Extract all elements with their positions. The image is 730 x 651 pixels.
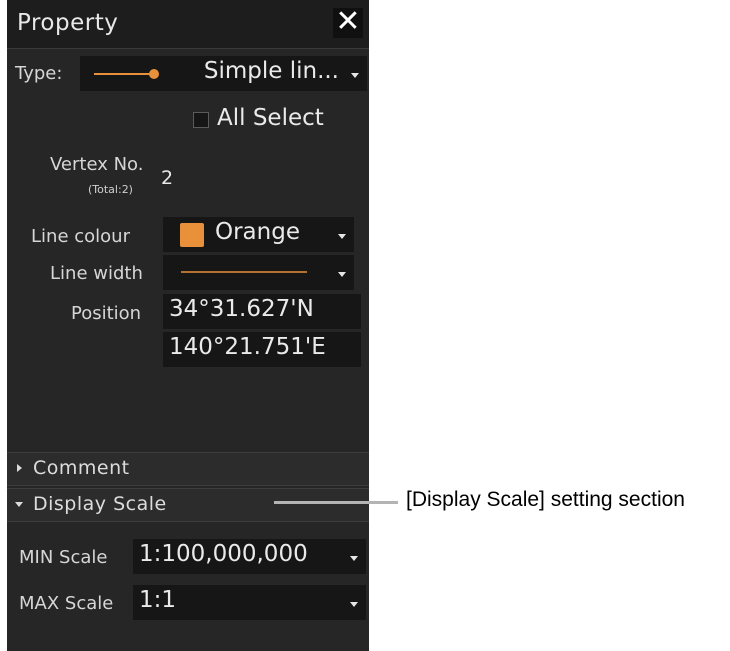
line-width-dropdown[interactable]: [163, 255, 354, 290]
chevron-down-icon: [15, 502, 23, 507]
type-label: Type:: [15, 63, 63, 84]
latitude-field[interactable]: 34°31.627'N: [163, 294, 361, 329]
all-select-label: All Select: [217, 105, 324, 131]
panel-title: Property: [17, 10, 119, 36]
chevron-down-icon: [351, 72, 359, 78]
line-colour-value: Orange: [215, 219, 300, 245]
chevron-right-icon: [17, 464, 22, 472]
comment-section-label: Comment: [33, 457, 130, 479]
colour-swatch: [180, 223, 204, 247]
display-scale-section-header[interactable]: Display Scale: [7, 488, 369, 522]
min-scale-dropdown[interactable]: 1:100,000,000: [133, 539, 366, 574]
longitude-field[interactable]: 140°21.751'E: [163, 332, 361, 367]
max-scale-dropdown[interactable]: 1:1: [133, 585, 366, 620]
vertex-label: Vertex No.: [50, 154, 144, 175]
vertex-total: (Total:2): [88, 183, 133, 196]
chevron-down-icon: [338, 233, 346, 239]
line-width-label: Line width: [50, 263, 143, 284]
line-width-icon: [181, 271, 307, 273]
chevron-down-icon: [350, 601, 358, 607]
close-icon[interactable]: ✕: [333, 7, 363, 38]
all-select-checkbox[interactable]: All Select: [193, 105, 353, 136]
checkbox-icon: [193, 112, 209, 128]
comment-section-header[interactable]: Comment: [7, 452, 369, 486]
line-colour-label: Line colour: [31, 226, 130, 247]
min-scale-label: MIN Scale: [19, 547, 108, 568]
longitude-value: 140°21.751'E: [169, 334, 326, 360]
callout-label: [Display Scale] setting section: [406, 488, 685, 511]
panel-titlebar: Property ✕: [7, 0, 369, 49]
chevron-down-icon: [338, 271, 346, 277]
line-style-icon: [94, 69, 159, 79]
type-value: Simple lin...: [203, 58, 339, 84]
type-dropdown[interactable]: Simple lin...: [80, 56, 367, 91]
vertex-value: 2: [161, 167, 174, 189]
max-scale-value: 1:1: [139, 587, 177, 613]
line-colour-dropdown[interactable]: Orange: [163, 217, 354, 252]
callout-leader-line: [274, 501, 398, 504]
position-label: Position: [71, 303, 142, 324]
chevron-down-icon: [350, 555, 358, 561]
latitude-value: 34°31.627'N: [169, 296, 314, 322]
display-scale-section-label: Display Scale: [33, 493, 167, 515]
max-scale-label: MAX Scale: [19, 593, 114, 614]
min-scale-value: 1:100,000,000: [139, 541, 308, 567]
property-panel: Property ✕ Type: Simple lin... All Selec…: [7, 0, 369, 651]
